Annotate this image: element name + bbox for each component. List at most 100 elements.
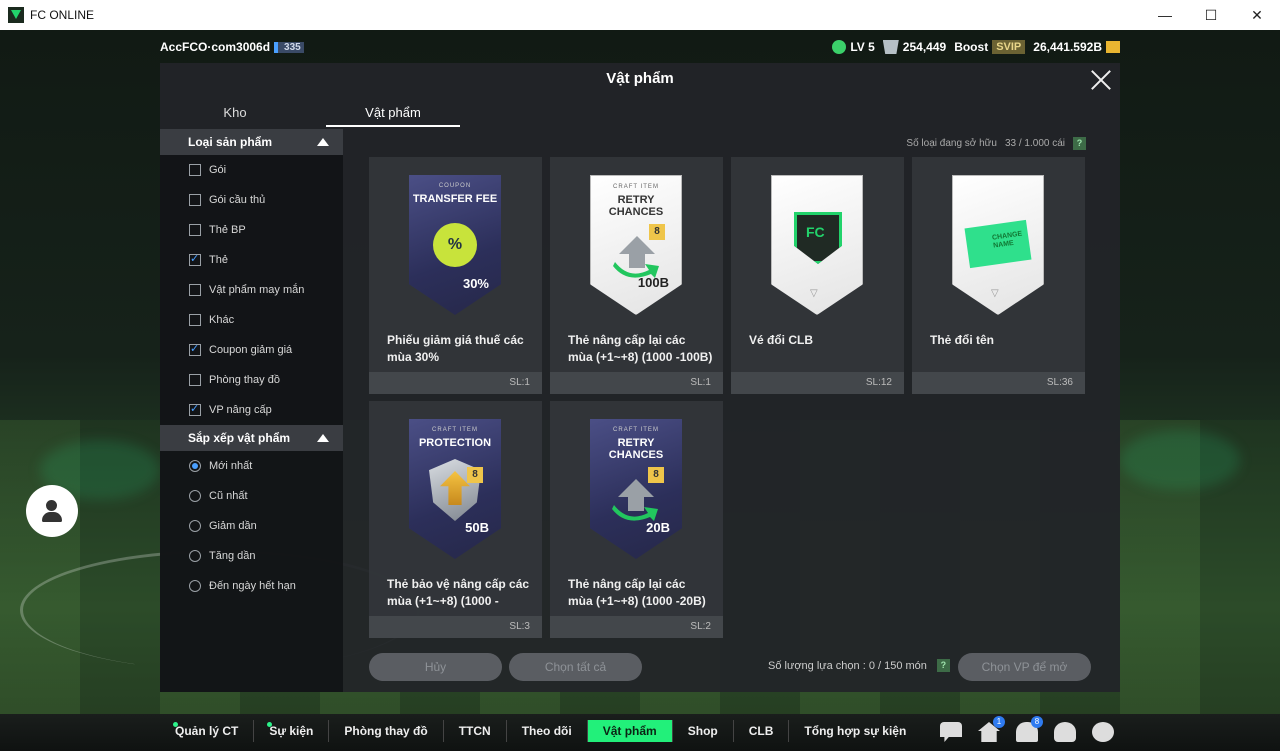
- radio-icon[interactable]: [189, 550, 201, 562]
- item-quantity: SL:12: [731, 372, 904, 394]
- category-filter-label: Thẻ: [209, 254, 228, 266]
- percent-seal-icon: %: [433, 223, 477, 267]
- item-quantity: SL:1: [369, 372, 542, 394]
- cancel-button[interactable]: Hủy: [369, 653, 502, 681]
- boost-stat[interactable]: Boost SVIP: [954, 40, 1026, 54]
- checkbox-icon[interactable]: [189, 374, 201, 386]
- coin-value: 254,449: [902, 40, 947, 54]
- fc-coin-icon: [882, 40, 899, 54]
- open-items-button[interactable]: Chọn VP để mở: [958, 653, 1091, 681]
- checkbox-checked-icon[interactable]: [189, 342, 201, 356]
- checkbox-icon[interactable]: [189, 224, 201, 236]
- nav-item[interactable]: Vật phẩm: [587, 720, 673, 742]
- nav-item-label: CLB: [748, 724, 774, 738]
- chat-button[interactable]: [940, 722, 962, 742]
- item-card[interactable]: CHANGE NAME ▽ Thẻ đổi tên SL:36: [912, 157, 1085, 394]
- checkbox-icon[interactable]: [189, 284, 201, 296]
- bell-button[interactable]: 8: [1016, 716, 1043, 742]
- nav-item-label: Quản lý CT: [175, 724, 239, 738]
- sort-section-header[interactable]: Sắp xếp vật phẩm: [160, 425, 343, 451]
- checkbox-checked-icon[interactable]: [189, 252, 201, 266]
- category-filter-item[interactable]: Vật phẩm may mắn: [160, 275, 343, 305]
- category-filter-item[interactable]: Khác: [160, 305, 343, 335]
- nav-item[interactable]: Tổng hợp sự kiện: [789, 720, 921, 742]
- nav-item-label: Shop: [687, 724, 718, 738]
- sort-option-label: Cũ nhất: [209, 490, 248, 502]
- checkbox-icon[interactable]: [189, 314, 201, 326]
- close-modal-button[interactable]: [1090, 69, 1112, 91]
- help-icon[interactable]: ?: [1073, 137, 1086, 150]
- item-card[interactable]: CRAFT ITEM PROTECTION 8 50B Thẻ bảo vệ n…: [369, 401, 542, 638]
- close-window-button[interactable]: ✕: [1234, 0, 1280, 30]
- category-filter-label: Khác: [209, 314, 235, 326]
- nav-item[interactable]: Shop: [673, 720, 734, 742]
- category-filter-item[interactable]: Thẻ BP: [160, 215, 343, 245]
- radio-icon[interactable]: [189, 520, 201, 532]
- nav-item[interactable]: Theo dõi: [507, 720, 588, 742]
- category-section-title: Loại sản phẩm: [188, 135, 273, 149]
- notification-count-badge: 1: [993, 716, 1005, 728]
- item-quantity: SL:3: [369, 616, 542, 638]
- category-filter-label: Phòng thay đồ: [209, 374, 280, 386]
- radio-icon[interactable]: [189, 490, 201, 502]
- help-icon[interactable]: ?: [936, 659, 950, 672]
- card-label: RETRY CHANCES: [608, 194, 664, 218]
- category-filter-item[interactable]: Phòng thay đồ: [160, 365, 343, 395]
- item-card[interactable]: FC ▽ Vé đổi CLB SL:12: [731, 157, 904, 394]
- change-name-ticket-icon: CHANGE NAME: [964, 219, 1032, 269]
- filter-sidebar: Loại sản phẩm Gói Gói cầu thủ Thẻ BP Thẻ Vật…: [160, 129, 343, 692]
- radio-selected-icon[interactable]: [189, 460, 201, 472]
- item-quantity: SL:36: [912, 372, 1085, 394]
- select-all-button[interactable]: Chọn tất cả: [509, 653, 642, 681]
- nav-item[interactable]: Quản lý CT: [160, 720, 255, 742]
- nav-menu: Quản lý CT Sự kiện Phòng thay đồ TTCN Theo d…: [160, 720, 921, 742]
- item-card[interactable]: CRAFT ITEM RETRY CHANCES 8 100B Thẻ nâng…: [550, 157, 723, 394]
- level-stat: LV 5: [832, 40, 875, 54]
- nav-item[interactable]: Sự kiện: [254, 720, 330, 742]
- item-name: Thẻ bảo vệ nâng cấp các mùa (+1~+8) (100…: [387, 577, 530, 608]
- nav-item[interactable]: CLB: [734, 720, 790, 742]
- support-chat-button[interactable]: [26, 485, 78, 537]
- tab-kho[interactable]: Kho: [160, 101, 310, 127]
- sort-option-item[interactable]: Cũ nhất: [160, 481, 343, 511]
- window-title: FC ONLINE: [30, 8, 95, 22]
- level-8-badge: 8: [648, 467, 664, 483]
- items-modal: Vật phẩm Kho Vật phẩm Loại sản phẩm Gói G…: [160, 63, 1120, 692]
- home-button[interactable]: 1: [978, 716, 1005, 742]
- collapse-arrow-icon: [317, 434, 329, 442]
- gear-button[interactable]: [1092, 722, 1114, 742]
- card-label: TRANSFER FEE: [412, 193, 498, 205]
- item-card[interactable]: CRAFT ITEM RETRY CHANCES 8 20B Thẻ nâng …: [550, 401, 723, 638]
- sort-option-item[interactable]: Đến ngày hết hạn: [160, 571, 343, 601]
- checkbox-icon[interactable]: [189, 164, 201, 176]
- item-quantity: SL:2: [550, 616, 723, 638]
- item-name: Vé đổi CLB: [749, 333, 814, 347]
- sort-option-label: Giảm dần: [209, 520, 257, 532]
- tab-vat-pham[interactable]: Vật phẩm: [326, 101, 460, 127]
- nav-item[interactable]: Phòng thay đồ: [329, 720, 444, 742]
- checkbox-checked-icon[interactable]: [189, 402, 201, 416]
- nav-item[interactable]: TTCN: [444, 720, 507, 742]
- sort-option-item[interactable]: Tăng dần: [160, 541, 343, 571]
- coupon-card-image: COUPON TRANSFER FEE % 30%: [409, 175, 501, 315]
- item-card[interactable]: COUPON TRANSFER FEE % 30% Phiếu giảm giá…: [369, 157, 542, 394]
- card-number: 30%: [462, 276, 489, 291]
- category-section-header[interactable]: Loại sản phẩm: [160, 129, 343, 155]
- radio-icon[interactable]: [189, 580, 201, 592]
- card-small-label: CRAFT ITEM: [613, 184, 659, 190]
- sort-option-item[interactable]: Mới nhất: [160, 451, 343, 481]
- user-button[interactable]: [1054, 722, 1076, 742]
- retry-chances-card-image: CRAFT ITEM RETRY CHANCES 8 100B: [590, 175, 682, 315]
- sort-option-item[interactable]: Giảm dần: [160, 511, 343, 541]
- checkbox-icon[interactable]: [189, 194, 201, 206]
- category-filter-item[interactable]: Gói cầu thủ: [160, 185, 343, 215]
- category-filter-item[interactable]: Gói: [160, 155, 343, 185]
- minimize-button[interactable]: —: [1142, 0, 1188, 30]
- coin-stat: 254,449: [882, 40, 947, 54]
- selection-count: Số lượng lựa chọn : 0 / 150 món ?: [768, 659, 950, 672]
- maximize-button[interactable]: ☐: [1188, 0, 1234, 30]
- user-icon: [1054, 722, 1076, 742]
- category-filter-item[interactable]: Coupon giảm giá: [160, 335, 343, 365]
- category-filter-item[interactable]: Thẻ: [160, 245, 343, 275]
- category-filter-item[interactable]: VP nâng cấp: [160, 395, 343, 425]
